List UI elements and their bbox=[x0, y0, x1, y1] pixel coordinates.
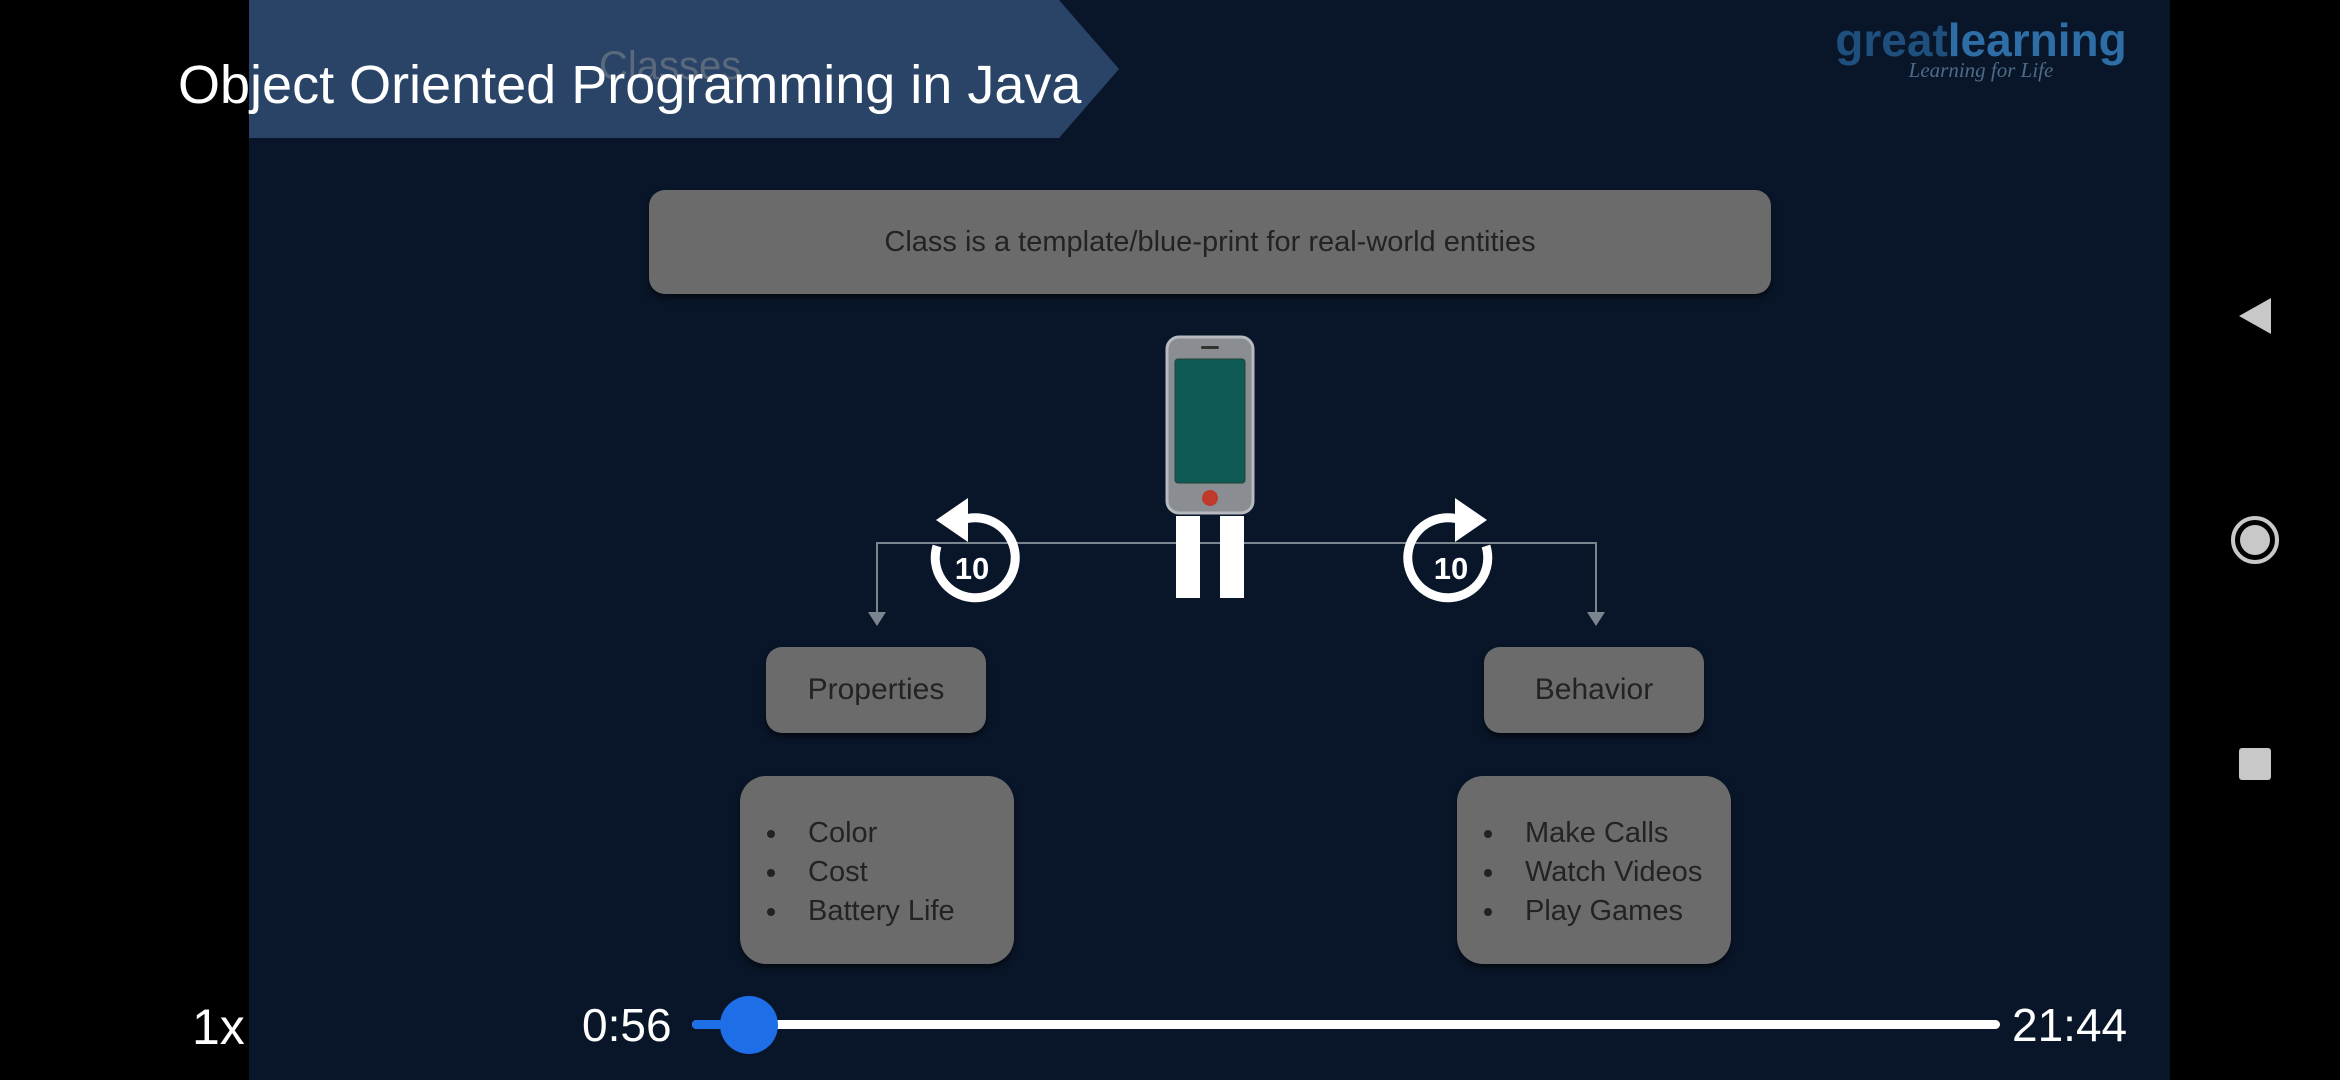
list-item: Watch Videos bbox=[1484, 853, 1731, 892]
class-definition-text: Class is a template/blue-print for real-… bbox=[884, 225, 1536, 258]
behavior-box: Behavior bbox=[1484, 647, 1704, 733]
arrow-down-icon bbox=[1587, 612, 1605, 626]
rewind-10-button[interactable]: 10 bbox=[916, 492, 1028, 620]
nav-home-button[interactable] bbox=[2220, 505, 2290, 575]
list-item: Play Games bbox=[1484, 892, 1731, 931]
pause-button[interactable] bbox=[1170, 516, 1250, 598]
behavior-list: Make Calls Watch Videos Play Games bbox=[1457, 776, 1731, 931]
connector-right bbox=[1595, 542, 1597, 618]
behavior-label: Behavior bbox=[1534, 673, 1654, 706]
list-item: Make Calls bbox=[1484, 814, 1731, 853]
behavior-list-box: Make Calls Watch Videos Play Games bbox=[1457, 776, 1731, 964]
forward-10-button[interactable]: 10 bbox=[1395, 492, 1507, 620]
video-title: Object Oriented Programming in Java bbox=[178, 55, 1082, 115]
svg-text:10: 10 bbox=[1434, 551, 1468, 586]
home-circle-icon bbox=[2231, 516, 2279, 564]
properties-box: Properties bbox=[766, 647, 986, 733]
properties-label: Properties bbox=[807, 673, 945, 706]
recents-square-icon bbox=[2239, 748, 2271, 780]
list-item: Battery Life bbox=[767, 892, 1014, 931]
svg-text:10: 10 bbox=[955, 551, 989, 586]
seek-thumb[interactable] bbox=[719, 996, 778, 1054]
seek-track[interactable] bbox=[692, 1020, 2000, 1029]
arrow-down-icon bbox=[868, 612, 886, 626]
class-definition-box: Class is a template/blue-print for real-… bbox=[649, 190, 1771, 294]
back-triangle-icon bbox=[2239, 298, 2271, 334]
system-navigation-bar bbox=[2170, 0, 2340, 1080]
nav-back-button[interactable] bbox=[2220, 281, 2290, 351]
nav-recents-button[interactable] bbox=[2220, 729, 2290, 799]
forward-10-icon: 10 bbox=[1403, 498, 1493, 603]
connector-left bbox=[876, 542, 878, 618]
list-item: Color bbox=[767, 814, 1014, 853]
duration: 21:44 bbox=[2012, 999, 2128, 1051]
playback-speed-button[interactable]: 1x bbox=[192, 998, 245, 1056]
current-time: 0:56 bbox=[582, 999, 672, 1051]
properties-list: Color Cost Battery Life bbox=[740, 776, 1014, 931]
pause-icon bbox=[1176, 516, 1244, 598]
list-item: Cost bbox=[767, 853, 1014, 892]
properties-list-box: Color Cost Battery Life bbox=[740, 776, 1014, 964]
seek-bar[interactable] bbox=[692, 996, 2000, 1054]
greatlearning-logo: greatlearning Learning for Life bbox=[1835, 14, 2127, 82]
phone-illustration bbox=[1165, 335, 1255, 515]
replay-10-icon: 10 bbox=[930, 498, 1020, 603]
